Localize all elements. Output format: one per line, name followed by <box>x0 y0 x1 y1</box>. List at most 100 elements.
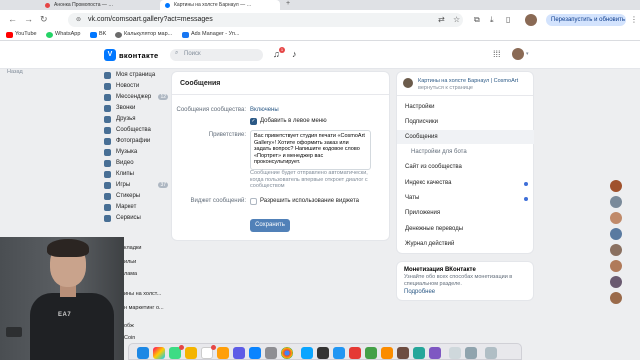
notes-icon[interactable] <box>185 347 197 359</box>
menu-item[interactable]: Сообщения <box>397 130 534 144</box>
add-left-menu-checkbox[interactable]: ✓ <box>250 118 257 125</box>
nav-item-partial[interactable]: Coin <box>124 335 135 341</box>
chat-avatar[interactable] <box>610 180 622 192</box>
chat-avatar[interactable] <box>610 212 622 224</box>
browser-tab-active[interactable]: Картины на холсте Барнаул — … <box>160 0 280 10</box>
new-tab-icon[interactable]: + <box>286 0 290 7</box>
nav-item-partial[interactable]: ины на холст... <box>124 291 161 297</box>
dock-badge <box>211 345 216 350</box>
menu-item[interactable]: Подписчики <box>397 115 534 129</box>
extensions-icon[interactable]: ⧉ <box>474 15 480 25</box>
profile-avatar[interactable] <box>525 14 537 26</box>
downloads-icon[interactable] <box>465 347 477 359</box>
terminal-icon[interactable] <box>317 347 329 359</box>
chat-avatar[interactable] <box>610 260 622 272</box>
menu-item[interactable]: Денежные переводы <box>397 222 534 236</box>
menu-item[interactable]: Журнал действий <box>397 237 534 251</box>
translate-icon[interactable]: ⇄ <box>438 15 445 25</box>
vk-logo-icon[interactable]: V <box>104 49 116 61</box>
bookmark-star-icon[interactable]: ☆ <box>453 15 460 25</box>
save-button[interactable]: Сохранить <box>250 219 290 232</box>
nav-item[interactable]: Игры 37 <box>104 180 168 191</box>
nav-item[interactable]: Мессенджер 12 <box>104 92 168 103</box>
nav-item-partial[interactable]: н маркетинг о... <box>124 305 164 311</box>
folder-icon[interactable] <box>449 347 461 359</box>
nav-item-partial[interactable]: ильи <box>124 259 136 265</box>
greeting-textarea[interactable]: Вас приветствует студия печати «CosmoArt… <box>250 130 371 170</box>
app-icon[interactable] <box>397 347 409 359</box>
nav-item[interactable]: Клипы <box>104 169 168 180</box>
download-icon[interactable]: ⤓ <box>490 15 494 25</box>
nav-item-label: Стикеры <box>116 193 141 199</box>
webcam-overlay: EA7 <box>0 237 124 360</box>
app-icon[interactable] <box>381 347 393 359</box>
chat-avatar[interactable] <box>610 276 622 288</box>
monetization-more-link[interactable]: Подробнее <box>404 289 526 295</box>
app-store-icon[interactable] <box>249 347 261 359</box>
group-avatar[interactable] <box>403 78 413 88</box>
app-icon[interactable] <box>429 347 441 359</box>
nav-item-icon <box>104 215 111 222</box>
menu-item[interactable]: Настройки <box>397 100 534 114</box>
chat-avatar[interactable] <box>610 228 622 240</box>
group-name-link[interactable]: Картины на холсте Барнаул | CosmoArt <box>418 78 530 84</box>
widget-checkbox[interactable] <box>250 198 257 205</box>
menu-item[interactable]: Настройки для бота <box>397 145 534 159</box>
forward-arrow-icon[interactable]: → <box>24 14 33 24</box>
nav-item-partial[interactable]: кладки <box>124 245 141 251</box>
back-arrow-icon[interactable]: ← <box>8 14 17 24</box>
vk-brand[interactable]: вконтакте <box>119 51 159 60</box>
reload-icon[interactable]: ↻ <box>40 14 48 24</box>
chat-avatar[interactable] <box>610 292 622 304</box>
launchpad-icon[interactable] <box>153 347 165 359</box>
vk-header: V вконтакте ⌕ Поиск ♫ 1 ♪ ⁞⁞⁞ ▾ <box>0 41 640 69</box>
nav-item[interactable]: Музыка <box>104 147 168 158</box>
browser-menu-icon[interactable]: ⋮ <box>630 15 638 25</box>
menu-item[interactable]: Индекс качества <box>397 176 534 190</box>
chrome-icon[interactable] <box>281 347 293 359</box>
bookmark-vk[interactable]: BK <box>90 31 106 38</box>
nav-item[interactable]: Видео <box>104 158 168 169</box>
chevron-down-icon[interactable]: ▾ <box>526 51 529 57</box>
menu-item[interactable]: Приложения <box>397 206 534 220</box>
nav-item-partial[interactable]: обж <box>124 323 134 329</box>
trash-icon[interactable] <box>485 347 497 359</box>
menu-item[interactable]: Сайт из сообщества <box>397 160 534 174</box>
bookmark-calculator[interactable]: Калькулятор мар... <box>115 31 172 38</box>
finder-icon[interactable] <box>137 347 149 359</box>
app-icon[interactable] <box>365 347 377 359</box>
nav-item[interactable]: Сервисы <box>104 213 168 224</box>
restart-update-button[interactable]: Перезапустить и обновить <box>546 14 626 26</box>
menu-item-label: Сообщения <box>405 134 438 140</box>
music-icon[interactable]: ♪ <box>292 49 297 59</box>
bookmark-youtube[interactable]: YouTube <box>6 31 37 38</box>
back-to-page-link[interactable]: вернуться к странице <box>418 85 473 91</box>
bookmark-whatsapp[interactable]: WhatsApp <box>46 31 80 38</box>
side-panel-icon[interactable]: ▯ <box>506 15 510 25</box>
site-info-icon[interactable]: ⊜ <box>76 16 81 23</box>
nav-item[interactable]: Новости <box>104 81 168 92</box>
music-app-icon[interactable] <box>233 347 245 359</box>
apps-grid-icon[interactable]: ⁞⁞⁞ <box>493 49 501 59</box>
youtube-app-icon[interactable] <box>349 347 361 359</box>
nav-item[interactable]: Моя страница <box>104 70 168 81</box>
photos-icon[interactable] <box>217 347 229 359</box>
bookmark-ads-manager[interactable]: Ads Manager - Уп... <box>182 31 239 38</box>
search-input[interactable]: ⌕ Поиск <box>170 49 263 61</box>
url-input[interactable]: ⊜ vk.com/comsoart.gallery?act=messages <box>68 13 463 27</box>
menu-item[interactable]: Чаты <box>397 191 534 205</box>
nav-item-partial[interactable]: лама <box>124 271 137 277</box>
zoom-icon[interactable] <box>333 347 345 359</box>
status-value-link[interactable]: Включены <box>250 107 279 113</box>
browser-tab[interactable]: Анонка Промопоста — … <box>40 0 160 10</box>
app-icon[interactable] <box>413 347 425 359</box>
chat-avatar[interactable] <box>610 244 622 256</box>
telegram-icon[interactable] <box>301 347 313 359</box>
settings-icon[interactable] <box>265 347 277 359</box>
avatar[interactable] <box>512 48 524 60</box>
new-dot-icon <box>524 182 528 186</box>
widget-checkbox-label: Разрешить использование виджета <box>260 198 359 204</box>
chat-avatar[interactable] <box>610 196 622 208</box>
nav-item[interactable]: Друзья <box>104 114 168 125</box>
back-link[interactable]: Назад <box>7 69 23 75</box>
